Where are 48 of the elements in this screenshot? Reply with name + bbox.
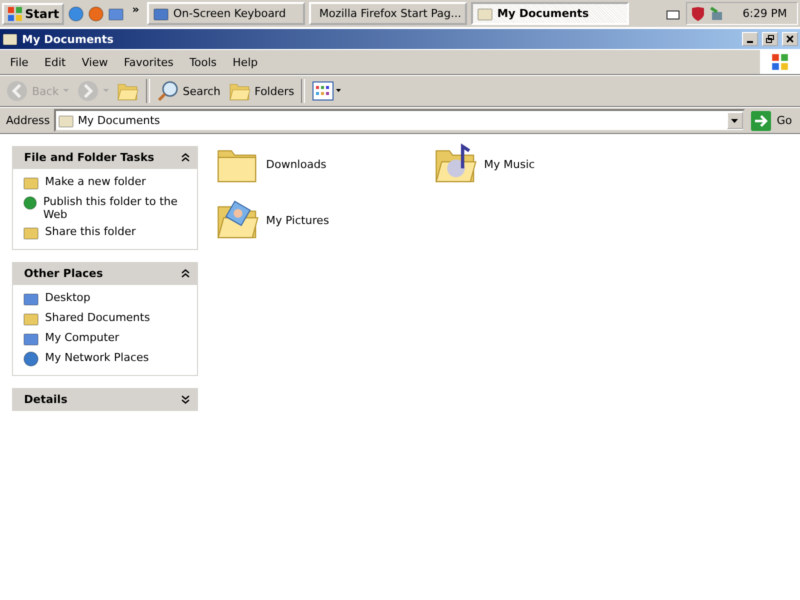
close-icon bbox=[786, 35, 794, 43]
collapse-icon bbox=[181, 269, 190, 278]
windows-logo-icon bbox=[7, 6, 23, 22]
task-link[interactable]: Make a new folder bbox=[23, 175, 187, 191]
panel-header[interactable]: Other Places bbox=[12, 262, 198, 285]
menu-item[interactable]: Help bbox=[224, 56, 266, 68]
address-label: Address bbox=[5, 114, 51, 127]
start-button[interactable]: Start bbox=[2, 2, 64, 24]
globe-icon bbox=[23, 195, 38, 211]
panel-header[interactable]: Details bbox=[12, 388, 198, 411]
menu-item[interactable]: View bbox=[74, 56, 116, 68]
window-title: My Documents bbox=[22, 32, 114, 46]
menu-item[interactable]: Favorites bbox=[116, 56, 182, 68]
search-button[interactable]: Search bbox=[152, 77, 225, 105]
close-button[interactable] bbox=[782, 32, 798, 46]
folders-button[interactable]: Folders bbox=[224, 77, 298, 105]
task-link[interactable]: Publish this folder to the Web bbox=[23, 195, 187, 221]
caret-icon bbox=[731, 118, 738, 122]
caret-icon bbox=[102, 89, 109, 93]
file-name[interactable]: Downloads bbox=[266, 158, 326, 170]
restore-icon bbox=[766, 35, 774, 43]
taskbar-button[interactable]: Mozilla Firefox Start Pag... bbox=[309, 2, 468, 25]
task-link[interactable]: My Network Places bbox=[23, 351, 187, 367]
task-link[interactable]: Desktop bbox=[23, 291, 187, 307]
file-name[interactable]: My Music bbox=[484, 158, 535, 170]
clock: 6:29 PM bbox=[742, 7, 787, 20]
minimize-button[interactable] bbox=[742, 32, 758, 46]
task-link[interactable]: Shared Documents bbox=[23, 311, 187, 327]
file-name[interactable]: My Pictures bbox=[266, 214, 330, 226]
task-link[interactable]: Share this folder bbox=[23, 225, 187, 241]
views-icon bbox=[312, 81, 342, 101]
go-button[interactable]: Go bbox=[744, 110, 800, 130]
restore-button[interactable] bbox=[762, 32, 778, 46]
shield-icon bbox=[690, 6, 705, 22]
menu-item[interactable]: Edit bbox=[36, 56, 74, 68]
task-link[interactable]: My Computer bbox=[23, 331, 187, 347]
caret-icon bbox=[62, 89, 69, 93]
menu-item[interactable]: Tools bbox=[182, 56, 225, 68]
address-field[interactable]: My Documents bbox=[54, 109, 745, 132]
overflow-chevron[interactable]: » bbox=[132, 3, 140, 16]
panel-header[interactable]: File and Folder Tasks bbox=[12, 146, 198, 169]
menu-item[interactable]: File bbox=[2, 56, 36, 68]
expand-icon bbox=[181, 395, 190, 404]
taskbar-button[interactable]: On-Screen Keyboard bbox=[147, 2, 306, 25]
search-icon bbox=[156, 80, 179, 102]
dropdown-button[interactable] bbox=[726, 112, 743, 129]
taskbar-button[interactable]: My Documents bbox=[471, 2, 630, 25]
collapse-icon bbox=[181, 153, 190, 162]
